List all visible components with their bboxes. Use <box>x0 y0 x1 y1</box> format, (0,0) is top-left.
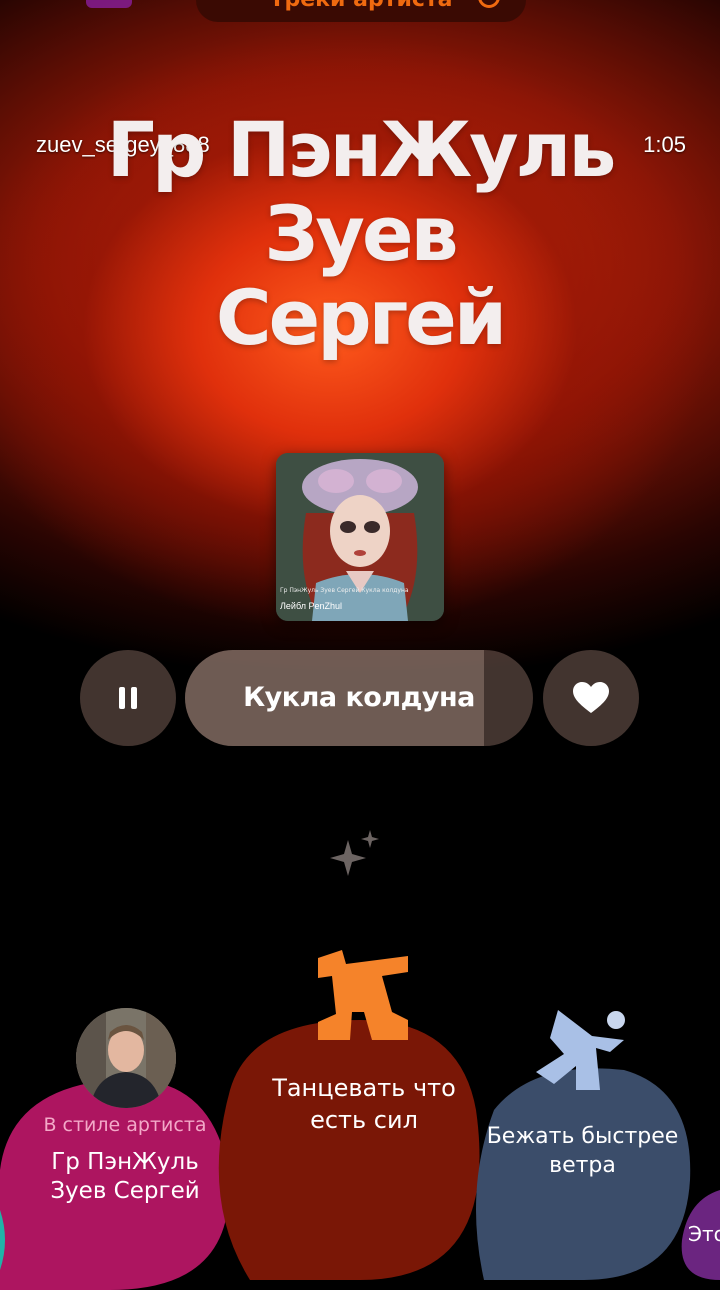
artist-avatar <box>76 1008 176 1108</box>
top-thumbnail[interactable] <box>86 0 132 8</box>
card-title: Бежать быстрее ветра <box>486 1124 679 1178</box>
card-subtitle: В стиле артиста <box>43 1114 207 1136</box>
artist-title-line: Зуев <box>264 189 458 278</box>
heart-icon <box>573 682 609 713</box>
album-cover[interactable]: Гр ПэнЖуль Зуев Сергей Кукла колдуна Лей… <box>276 453 444 621</box>
track-name: Кукла колдуна <box>243 682 475 713</box>
dancer-icon <box>318 950 408 1040</box>
artist-title-line: Гр ПэнЖуль <box>106 105 617 194</box>
sparkle-icon[interactable] <box>328 828 384 878</box>
cover-caption: Гр ПэнЖуль Зуев Сергей Кукла колдуна <box>280 587 409 594</box>
artist-title: Гр ПэнЖуль Зуев Сергей <box>0 108 720 360</box>
tab-artist-tracks[interactable]: Треки артиста <box>196 0 526 22</box>
like-button[interactable] <box>543 650 639 746</box>
runner-icon <box>536 1010 625 1090</box>
pause-button[interactable] <box>80 650 176 746</box>
card-edge-accent <box>0 1210 5 1270</box>
artist-title-line: Сергей <box>215 273 507 362</box>
card-title: Это <box>688 1222 720 1246</box>
doll-illustration <box>276 453 444 621</box>
cover-label: Лейбл PenZhul <box>280 601 342 611</box>
track-pill[interactable]: Кукла колдуна <box>185 650 533 746</box>
card-title: Танцевать что есть сил <box>272 1074 456 1134</box>
card-title: Гр ПэнЖуль Зуев Сергей <box>50 1149 200 1204</box>
